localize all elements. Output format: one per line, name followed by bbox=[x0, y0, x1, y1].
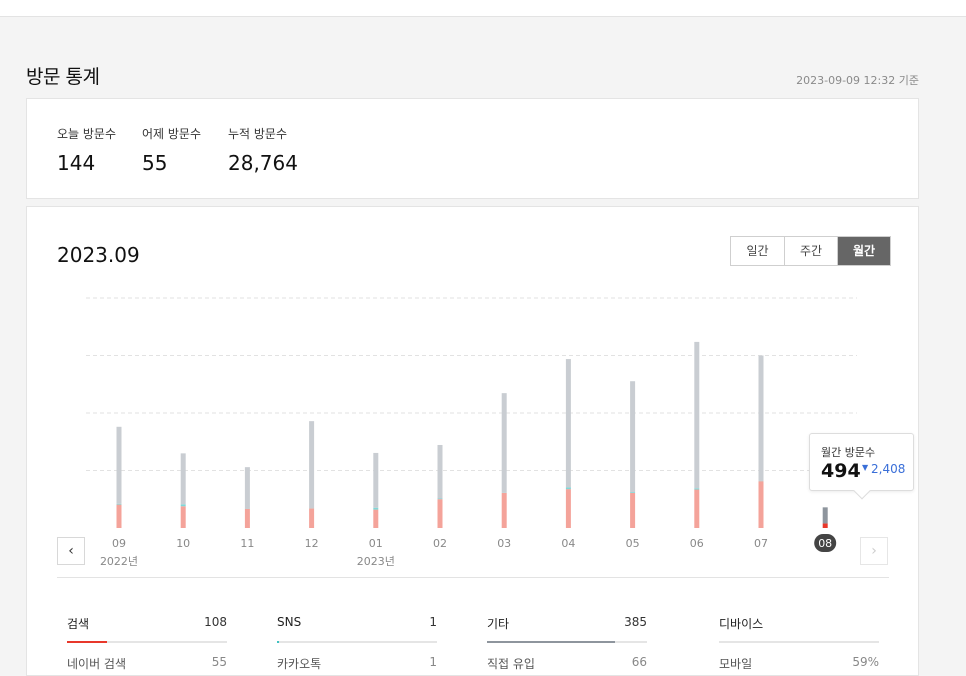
tooltip-label: 월간 방문수 bbox=[821, 444, 875, 460]
visits-chart: 09 10 11 12 01 02 03 04 05 06 07 08 2022년 2023년 bbox=[27, 207, 920, 577]
category-bar bbox=[719, 641, 879, 643]
tick-label: 06 bbox=[690, 537, 704, 550]
tick-label: 08 bbox=[818, 537, 832, 550]
category-search: 검색 108 네이버 검색 55 bbox=[67, 615, 227, 672]
bar-search bbox=[694, 490, 699, 528]
stat-label: 오늘 방문수 bbox=[57, 125, 116, 142]
bar-etc bbox=[630, 381, 635, 492]
category-row: 모바일 59% bbox=[719, 655, 879, 672]
stat-label: 누적 방문수 bbox=[228, 125, 298, 142]
bar-search bbox=[630, 493, 635, 528]
tick-label: 01 bbox=[369, 537, 383, 550]
bar-etc bbox=[694, 342, 699, 488]
bar-search bbox=[117, 505, 122, 528]
category-title: SNS bbox=[277, 615, 301, 635]
page-title: 방문 통계 bbox=[26, 62, 99, 89]
bar-etc bbox=[438, 445, 443, 499]
tick-label: 02 bbox=[433, 537, 447, 550]
tick-label: 03 bbox=[497, 537, 511, 550]
year-label: 2022년 bbox=[100, 555, 138, 568]
tick-label: 04 bbox=[561, 537, 575, 550]
bar-sns bbox=[373, 508, 378, 510]
category-row: 카카오톡 1 bbox=[277, 655, 437, 672]
divider bbox=[57, 577, 889, 578]
summary-card: 오늘 방문수 144 어제 방문수 55 누적 방문수 28,764 bbox=[26, 98, 919, 199]
stat-value: 28,764 bbox=[228, 151, 298, 175]
chart-tooltip: 월간 방문수 494 ▼ 2,408 bbox=[809, 433, 914, 491]
stat-label: 어제 방문수 bbox=[142, 125, 201, 142]
row-label: 카카오톡 bbox=[277, 655, 321, 672]
category-bar bbox=[67, 641, 227, 643]
stat-total: 누적 방문수 28,764 bbox=[228, 125, 298, 175]
stat-today: 오늘 방문수 144 bbox=[57, 125, 116, 175]
row-label: 모바일 bbox=[719, 655, 752, 672]
category-etc: 기타 385 직접 유입 66 bbox=[487, 615, 647, 672]
bar-etc bbox=[245, 467, 250, 508]
bar-etc bbox=[502, 393, 507, 493]
bar-etc bbox=[373, 453, 378, 508]
chart-card: 2023.09 일간 주간 월간 09101112010203040506070… bbox=[26, 206, 919, 676]
tick-label: 05 bbox=[626, 537, 640, 550]
bar-search bbox=[759, 481, 764, 528]
chart-next-button[interactable]: › bbox=[860, 537, 888, 565]
bar-sns bbox=[181, 504, 186, 506]
row-label: 네이버 검색 bbox=[67, 655, 126, 672]
bar-sns bbox=[630, 492, 635, 493]
bar-etc bbox=[117, 427, 122, 504]
category-total: 385 bbox=[624, 615, 647, 635]
tick-label: 09 bbox=[112, 537, 126, 550]
category-total: 1 bbox=[429, 615, 437, 635]
year-label: 2023년 bbox=[357, 555, 395, 568]
bar-search bbox=[502, 493, 507, 528]
category-bar bbox=[487, 641, 647, 643]
stat-value: 144 bbox=[57, 151, 116, 175]
bar-etc bbox=[759, 356, 764, 481]
category-title: 디바이스 bbox=[719, 615, 763, 635]
bar-search bbox=[373, 510, 378, 528]
bar-search bbox=[245, 509, 250, 528]
bar-search bbox=[181, 506, 186, 528]
row-value: 1 bbox=[429, 655, 437, 672]
bar-sns bbox=[694, 488, 699, 489]
category-title: 검색 bbox=[67, 615, 89, 635]
top-bar bbox=[0, 0, 966, 17]
bar-sns bbox=[438, 499, 443, 500]
bar-sns bbox=[117, 504, 122, 505]
category-row: 직접 유입 66 bbox=[487, 655, 647, 672]
bar-etc bbox=[566, 359, 571, 487]
category-fill bbox=[67, 641, 107, 643]
category-fill bbox=[487, 641, 615, 643]
row-label: 직접 유입 bbox=[487, 655, 535, 672]
tick-label: 07 bbox=[754, 537, 768, 550]
tick-label: 10 bbox=[176, 537, 190, 550]
category-device: 디바이스 모바일 59% bbox=[719, 615, 879, 672]
bar-search bbox=[438, 499, 443, 528]
category-total: 108 bbox=[204, 615, 227, 635]
bar-etc bbox=[309, 421, 314, 508]
category-title: 기타 bbox=[487, 615, 509, 635]
tick-label: 12 bbox=[305, 537, 319, 550]
category-bar bbox=[277, 641, 437, 643]
row-value: 59% bbox=[852, 655, 879, 672]
bar-search bbox=[309, 508, 314, 528]
chart-prev-button[interactable]: ‹ bbox=[57, 537, 85, 565]
timestamp: 2023-09-09 12:32 기준 bbox=[796, 72, 919, 88]
bar-search bbox=[566, 489, 571, 528]
tooltip-value: 494 bbox=[821, 460, 861, 482]
tooltip-diff: 2,408 bbox=[871, 462, 905, 476]
category-sns: SNS 1 카카오톡 1 bbox=[277, 615, 437, 672]
decrease-icon: ▼ bbox=[862, 463, 868, 472]
category-row: 네이버 검색 55 bbox=[67, 655, 227, 672]
stat-yesterday: 어제 방문수 55 bbox=[142, 125, 201, 175]
bar-sns bbox=[566, 487, 571, 489]
bar-search bbox=[823, 523, 828, 528]
stat-value: 55 bbox=[142, 151, 201, 175]
bar-etc bbox=[181, 453, 186, 504]
row-value: 55 bbox=[212, 655, 227, 672]
row-value: 66 bbox=[632, 655, 647, 672]
category-fill bbox=[277, 641, 279, 643]
bar-etc bbox=[823, 507, 828, 523]
tick-label: 11 bbox=[240, 537, 254, 550]
